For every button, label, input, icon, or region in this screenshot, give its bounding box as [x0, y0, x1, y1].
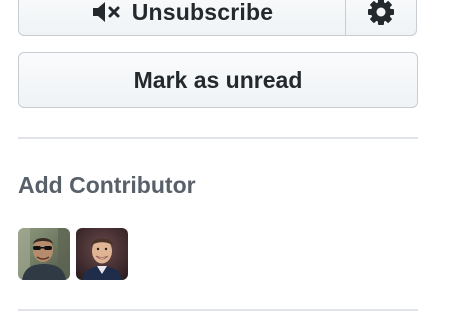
- avatar-photo-sunglasses[interactable]: [18, 228, 70, 280]
- divider: [18, 309, 418, 311]
- mark-as-unread-label: Mark as unread: [133, 66, 303, 93]
- unsubscribe-label: Unsubscribe: [131, 0, 274, 25]
- unsubscribe-button[interactable]: Unsubscribe: [18, 0, 346, 36]
- divider: [18, 137, 418, 139]
- speaker-muted-icon: [91, 0, 123, 24]
- notification-button-group: Unsubscribe: [18, 0, 418, 36]
- contributor-avatar-list: [18, 228, 128, 280]
- gear-icon: [366, 0, 396, 27]
- notification-settings-button[interactable]: [344, 0, 417, 36]
- sidebar-panel: Unsubscribe Mark as unread Add Contribut…: [0, 0, 462, 334]
- mark-as-unread-button[interactable]: Mark as unread: [18, 52, 418, 108]
- add-contributor-heading[interactable]: Add Contributor: [18, 171, 196, 199]
- avatar-photo-smiling[interactable]: [76, 228, 128, 280]
